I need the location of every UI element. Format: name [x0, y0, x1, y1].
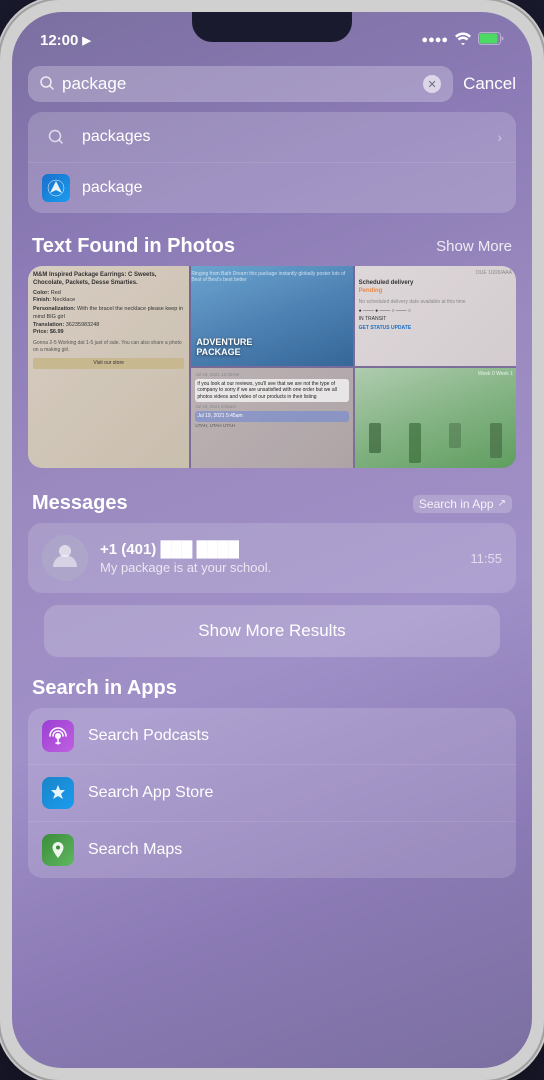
phone-frame: 12:00 ▶ ●●●● package ✕ C — [0, 0, 544, 1080]
message-time: 11:55 — [470, 551, 502, 566]
search-in-apps-header: Search in Apps — [28, 673, 516, 708]
time-display: 12:00 — [40, 32, 78, 49]
suggestion-package-text: package — [82, 179, 502, 197]
suggestion-package[interactable]: package — [28, 163, 516, 213]
search-maps-item[interactable]: Search Maps — [28, 822, 516, 878]
messages-section: +1 (401) ███ ████ My package is at your … — [28, 523, 516, 593]
photo-cell-2[interactable]: ADVENTUREPACKAGE Ringing from Bath Dream… — [191, 266, 352, 366]
location-icon: ▶ — [82, 34, 90, 47]
search-in-apps-title: Search in Apps — [32, 677, 177, 700]
search-container: package ✕ Cancel — [12, 56, 532, 112]
search-in-apps-section: Search in Apps Search Podcasts — [28, 673, 516, 878]
safari-icon — [42, 174, 70, 202]
search-podcasts-label: Search Podcasts — [88, 727, 209, 745]
photo-cell-3[interactable]: DUE 10/26/AAA Scheduled delivery Pending… — [355, 266, 516, 366]
messages-section-header: Messages Search in App ↗ — [12, 480, 532, 523]
status-right: ●●●● — [421, 32, 504, 48]
message-preview: My package is at your school. — [100, 560, 458, 575]
photos-grid[interactable]: M&M Inspired Package Earrings: C Sweets,… — [28, 266, 516, 468]
podcasts-icon — [42, 720, 74, 752]
suggestion-packages-text: packages — [82, 128, 485, 146]
search-icon — [40, 76, 54, 93]
search-suggestion-icon — [42, 123, 70, 151]
message-content: +1 (401) ███ ████ My package is at your … — [100, 541, 458, 575]
search-appstore-item[interactable]: Search App Store — [28, 765, 516, 822]
message-sender: +1 (401) ███ ████ — [100, 541, 458, 558]
search-text: package — [62, 74, 415, 94]
search-in-app-label: Search in App — [419, 497, 494, 511]
search-podcasts-item[interactable]: Search Podcasts — [28, 708, 516, 765]
photos-section-header: Text Found in Photos Show More — [12, 223, 532, 266]
maps-icon — [42, 834, 74, 866]
external-link-icon: ↗ — [498, 498, 506, 509]
suggestions-list: packages › package — [28, 112, 516, 213]
photo-cell-1[interactable]: M&M Inspired Package Earrings: C Sweets,… — [28, 266, 189, 468]
show-more-label: Show More Results — [198, 621, 345, 640]
message-card[interactable]: +1 (401) ███ ████ My package is at your … — [28, 523, 516, 593]
photo-cell-4[interactable]: Jul 19, 2021 12:55AM if you look at our … — [191, 368, 352, 468]
apps-list: Search Podcasts Search App Store — [28, 708, 516, 878]
search-bar[interactable]: package ✕ — [28, 66, 453, 102]
search-maps-label: Search Maps — [88, 841, 182, 859]
battery-icon — [478, 32, 504, 48]
status-time: 12:00 ▶ — [40, 32, 91, 49]
signal-icon: ●●●● — [421, 34, 448, 46]
search-in-app-badge[interactable]: Search in App ↗ — [413, 495, 512, 513]
notch — [192, 12, 352, 42]
suggestion-arrow-icon: › — [497, 129, 502, 145]
photos-show-more[interactable]: Show More — [436, 238, 512, 255]
phone-screen: 12:00 ▶ ●●●● package ✕ C — [12, 12, 532, 1068]
wifi-icon — [454, 32, 472, 48]
appstore-icon — [42, 777, 74, 809]
search-appstore-label: Search App Store — [88, 784, 213, 802]
avatar — [42, 535, 88, 581]
cancel-button[interactable]: Cancel — [463, 74, 516, 94]
person-icon — [51, 541, 79, 576]
clear-button[interactable]: ✕ — [423, 75, 441, 93]
photo-cell-5[interactable]: Week 0 Week 1 — [355, 368, 516, 468]
photos-section-title: Text Found in Photos — [32, 235, 235, 258]
suggestion-packages[interactable]: packages › — [28, 112, 516, 163]
show-more-results-button[interactable]: Show More Results — [44, 605, 500, 657]
messages-section-title: Messages — [32, 492, 128, 515]
